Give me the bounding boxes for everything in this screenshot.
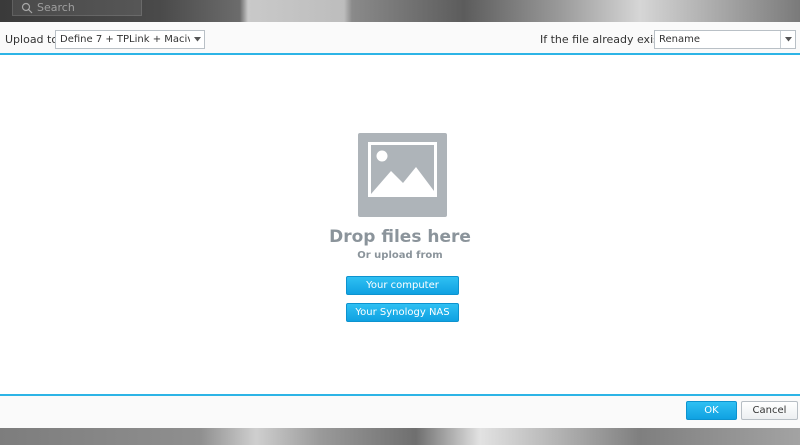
chevron-down-icon[interactable] — [190, 31, 204, 48]
upload-destination-value: Define 7 + TPLink + Maciv AI... — [60, 34, 205, 45]
upload-from-nas-button[interactable]: Your Synology NAS — [346, 303, 459, 322]
file-exists-select[interactable]: Rename — [654, 30, 796, 49]
background-top-strip: Search — [0, 0, 800, 22]
dialog-footer: OK Cancel — [0, 394, 800, 428]
image-placeholder-icon — [358, 133, 447, 217]
drop-zone[interactable]: Drop files here Or upload from Your comp… — [0, 55, 800, 394]
chevron-down-icon[interactable] — [780, 31, 795, 48]
search-icon — [21, 2, 33, 13]
file-exists-value: Rename — [659, 34, 701, 45]
upload-from-computer-button[interactable]: Your computer — [346, 276, 459, 295]
ok-button[interactable]: OK — [686, 401, 737, 420]
upload-from-subtitle: Or upload from — [357, 250, 443, 261]
file-exists-label: If the file already exists: — [540, 33, 673, 46]
upload-dialog: Upload to: Define 7 + TPLink + Maciv AI.… — [0, 22, 800, 428]
upload-destination-select[interactable]: Define 7 + TPLink + Maciv AI... — [55, 30, 205, 49]
background-bottom-strip — [0, 428, 800, 445]
upload-to-label: Upload to: — [5, 33, 62, 46]
dialog-toolbar: Upload to: Define 7 + TPLink + Maciv AI.… — [0, 22, 800, 55]
cancel-button[interactable]: Cancel — [741, 401, 798, 420]
drop-files-title: Drop files here — [329, 227, 471, 247]
search-placeholder: Search — [37, 0, 75, 14]
background-search-box: Search — [12, 0, 142, 16]
